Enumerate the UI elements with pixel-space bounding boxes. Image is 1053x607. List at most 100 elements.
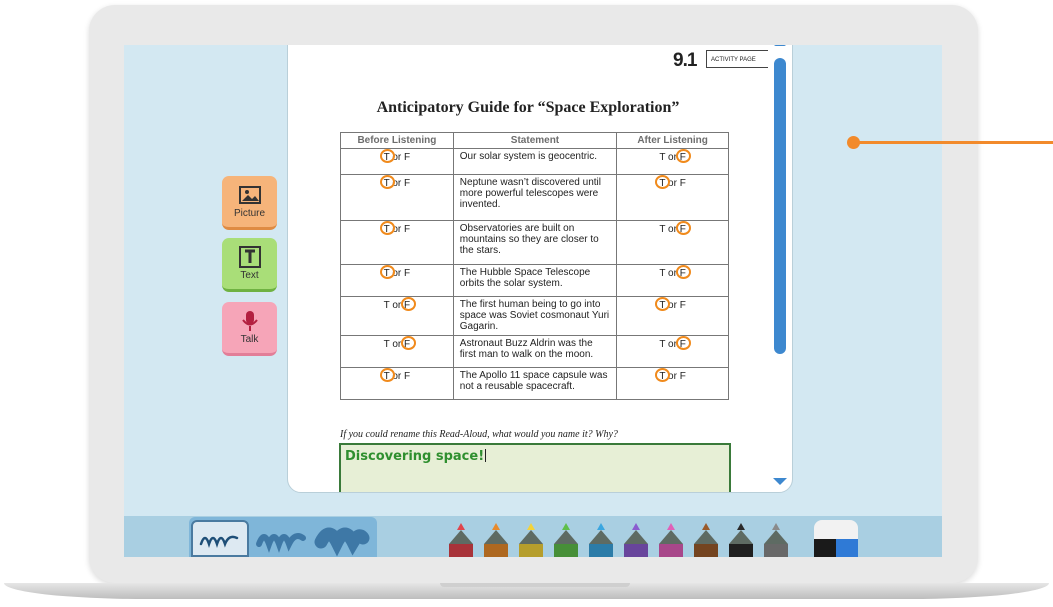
answer-circle-mark — [379, 149, 395, 163]
table-row: T or F The Apollo 11 space capsule was no… — [340, 367, 729, 400]
marker-button[interactable] — [589, 523, 613, 557]
before-listening-cell[interactable]: T or F — [340, 296, 454, 336]
answer-circle-mark — [676, 221, 692, 235]
answer-text: Discovering space! — [345, 449, 485, 464]
marker-barrel — [764, 544, 788, 557]
activity-page: 9.1 ACTIVITY PAGE Anticipatory Guide for… — [288, 45, 768, 492]
column-header-statement: Statement — [452, 132, 618, 149]
medium-stroke-icon — [256, 533, 306, 553]
table-row: T or F Our solar system is geocentric. T o… — [340, 148, 729, 175]
statement-cell: Our solar system is geocentric. — [452, 148, 618, 175]
scroll-down-arrow[interactable] — [773, 478, 787, 485]
brush-size-group — [189, 517, 377, 557]
scrollbar-thumb[interactable] — [774, 58, 786, 354]
marker-tip — [527, 523, 535, 530]
marker-barrel — [484, 544, 508, 557]
before-listening-cell[interactable]: T or F — [340, 367, 454, 400]
callout-line — [858, 141, 1053, 144]
before-listening-cell[interactable]: T or F — [340, 174, 454, 221]
rename-question: If you could rename this Read-Aloud, wha… — [340, 429, 618, 440]
answer-circle-mark — [655, 175, 671, 189]
marker-barrel — [519, 544, 543, 557]
answer-text-box[interactable]: Discovering space! — [339, 443, 731, 492]
marker-barrel — [659, 544, 683, 557]
table-row: T or F Neptune wasn’t discovered until mo… — [340, 174, 729, 221]
after-listening-cell[interactable]: T or F — [616, 335, 729, 368]
before-listening-cell[interactable]: T or F — [340, 264, 454, 297]
marker-barrel — [694, 544, 718, 557]
after-listening-cell-text: T or F — [655, 175, 686, 189]
before-listening-cell[interactable]: T or F — [340, 335, 454, 368]
after-listening-cell-text: T or F — [655, 368, 686, 382]
after-listening-cell[interactable]: T or F — [616, 264, 729, 297]
answer-circle-mark — [676, 336, 692, 350]
laptop-base — [0, 583, 1053, 607]
marker-barrel — [729, 544, 753, 557]
statement-cell: Neptune wasn’t discovered until more pow… — [452, 174, 618, 221]
table-row: T or F The Hubble Space Telescope orbits … — [340, 264, 729, 297]
eraser-right-band — [836, 539, 858, 557]
marker-button[interactable] — [449, 523, 473, 557]
statement-cell: The Apollo 11 space capsule was not a re… — [452, 367, 618, 400]
thick-brush-button[interactable] — [311, 520, 371, 557]
text-caret — [485, 449, 487, 462]
marker-cone — [449, 530, 473, 544]
marker-cone — [519, 530, 543, 544]
statement-cell: The Hubble Space Telescope orbits the so… — [452, 264, 618, 297]
marker-button[interactable] — [554, 523, 578, 557]
answer-circle-mark — [379, 368, 395, 382]
talk-tool-button[interactable]: Talk — [222, 302, 277, 356]
scroll-up-arrow[interactable] — [774, 45, 786, 46]
before-listening-cell-text: T or F — [379, 149, 410, 163]
marker-button[interactable] — [659, 523, 683, 557]
medium-brush-button[interactable] — [253, 520, 309, 557]
marker-cone — [694, 530, 718, 544]
statement-cell: Astronaut Buzz Aldrin was the first man … — [452, 335, 618, 368]
document-viewer[interactable]: 9.1 ACTIVITY PAGE Anticipatory Guide for… — [287, 45, 793, 493]
marker-cone — [484, 530, 508, 544]
marker-barrel — [554, 544, 578, 557]
marker-button[interactable] — [519, 523, 543, 557]
statement-cell: The first human being to go into space w… — [452, 296, 618, 336]
answer-circle-mark — [379, 221, 395, 235]
after-listening-cell[interactable]: T or F — [616, 148, 729, 175]
marker-button[interactable] — [729, 523, 753, 557]
after-listening-cell[interactable]: T or F — [616, 296, 729, 336]
before-listening-cell[interactable]: T or F — [340, 148, 454, 175]
eraser-button[interactable] — [814, 520, 858, 557]
marker-button[interactable] — [484, 523, 508, 557]
vertical-scrollbar[interactable] — [772, 45, 788, 492]
picture-tool-button[interactable]: Picture — [222, 176, 277, 230]
marker-barrel — [449, 544, 473, 557]
table-row: T or F The first human being to go into s… — [340, 296, 729, 336]
app-screen: 9.1 ACTIVITY PAGE Anticipatory Guide for… — [124, 45, 942, 557]
after-listening-cell-text: T or F — [659, 336, 692, 350]
after-listening-cell[interactable]: T or F — [616, 174, 729, 221]
marker-tip — [457, 523, 465, 530]
table-row: T or F Observatories are built on mountai… — [340, 220, 729, 265]
answer-circle-mark — [400, 297, 416, 311]
marker-cone — [554, 530, 578, 544]
anticipatory-guide-table: Before Listening Statement After Listeni… — [340, 132, 729, 400]
marker-tip — [492, 523, 500, 530]
marker-button[interactable] — [694, 523, 718, 557]
before-listening-cell-text: T or F — [379, 175, 410, 189]
marker-button[interactable] — [764, 523, 788, 557]
marker-cone — [729, 530, 753, 544]
column-header-before: Before Listening — [340, 132, 454, 149]
marker-tip — [737, 523, 745, 530]
laptop-base-notch — [440, 583, 630, 587]
thin-brush-button[interactable] — [191, 520, 249, 557]
eraser-icon — [814, 520, 858, 539]
answer-circle-mark — [379, 265, 395, 279]
after-listening-cell[interactable]: T or F — [616, 367, 729, 400]
drawing-toolbar — [124, 516, 942, 557]
before-listening-cell[interactable]: T or F — [340, 220, 454, 265]
thick-stroke-icon — [314, 527, 370, 557]
after-listening-cell[interactable]: T or F — [616, 220, 729, 265]
text-tool-button[interactable]: Text — [222, 238, 277, 292]
marker-barrel — [589, 544, 613, 557]
picture-icon — [238, 186, 261, 204]
marker-button[interactable] — [624, 523, 648, 557]
after-listening-cell-text: T or F — [659, 221, 692, 235]
